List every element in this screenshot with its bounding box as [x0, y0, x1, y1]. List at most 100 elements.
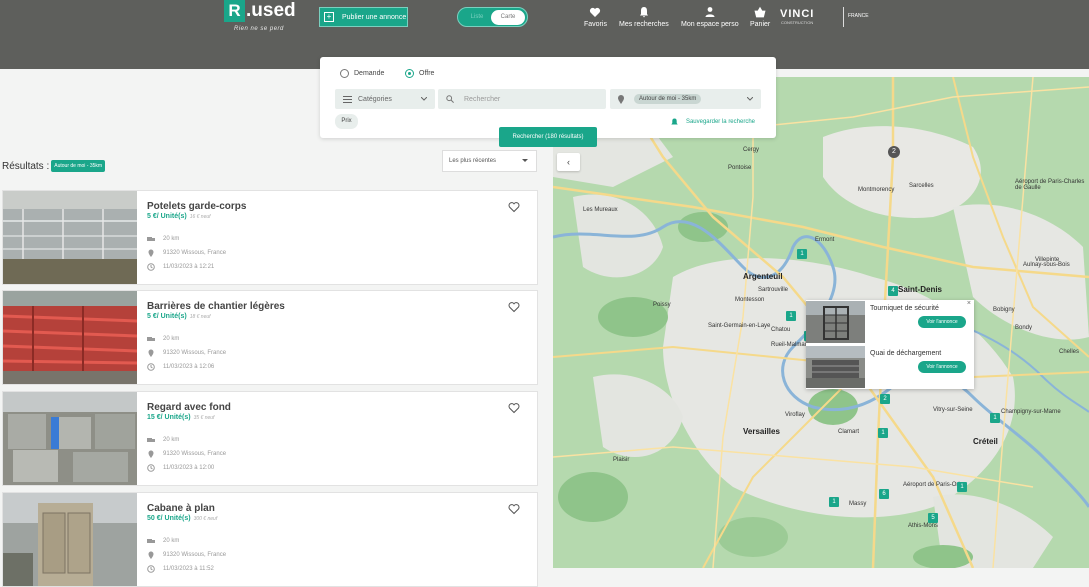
truck-icon	[147, 237, 155, 241]
clock-icon	[147, 263, 155, 271]
radio-demande[interactable]: Demande	[340, 69, 384, 78]
nav-mon-espace-label: Mon espace perso	[681, 21, 739, 28]
save-search-label: Sauvegarder la recherche	[685, 119, 755, 125]
result-card-new-price: 35 € neuf	[193, 415, 215, 421]
view-toggle-map[interactable]: Carte	[491, 10, 525, 25]
clock-icon	[147, 363, 155, 371]
map-label-chelles: Chelles	[1059, 349, 1080, 355]
radio-offre-circle[interactable]	[405, 69, 414, 78]
popup-view-ad-button[interactable]: Voir l'annonce	[918, 361, 966, 373]
map-label-villepinte: Villepinte	[1035, 257, 1060, 263]
result-card-date: 11/03/2023 à 12:06	[147, 363, 214, 371]
bell-icon	[671, 118, 678, 125]
favorite-heart-icon[interactable]	[508, 201, 520, 213]
result-card-location-value: 91320 Wissous, France	[163, 552, 227, 558]
favorite-heart-icon[interactable]	[508, 301, 520, 313]
result-card-distance-value: 20 km	[163, 336, 180, 342]
result-card-title[interactable]: Potelets garde-corps	[147, 201, 246, 212]
result-card-title[interactable]: Regard avec fond	[147, 402, 231, 413]
nav-panier[interactable]: Panier	[750, 6, 770, 28]
location-select[interactable]: Autour de moi - 35km	[610, 89, 761, 109]
popup-item-photo	[806, 346, 865, 388]
map-marker[interactable]: 6	[879, 489, 889, 499]
map-marker[interactable]: 1	[829, 497, 839, 507]
favorite-heart-icon[interactable]	[508, 503, 520, 515]
sort-select[interactable]: Les plus récentes	[442, 150, 537, 172]
map-label-athis-mons: Athis-Mons	[908, 523, 939, 529]
search-submit-button[interactable]: Rechercher (180 résultats)	[499, 127, 597, 147]
result-card-new-price: 300 € neuf	[193, 516, 218, 522]
map-marker[interactable]: 1	[957, 482, 967, 492]
radio-demande-circle[interactable]	[340, 69, 349, 78]
map-label-sarcelles: Sarcelles	[909, 183, 934, 189]
map-label-cdg: Aéroport de Paris-Charles de Gaulle	[1015, 179, 1085, 191]
save-search-link[interactable]: Sauvegarder la recherche	[671, 118, 755, 126]
publish-ad-label: Publier une annonce	[342, 13, 407, 21]
results-filter-chip[interactable]: Autour de moi - 35km	[51, 160, 106, 172]
nav-favoris-label: Favoris	[584, 21, 607, 28]
location-pin-icon	[148, 450, 154, 458]
search-input[interactable]: Rechercher	[438, 89, 606, 109]
result-card-title[interactable]: Cabane à plan	[147, 503, 215, 514]
nav-favoris[interactable]: Favoris	[584, 6, 607, 28]
map-label-pontoise: Pontoise	[728, 165, 752, 171]
map-marker[interactable]: 4	[888, 286, 898, 296]
result-card-price-value: 5 €/ Unité(s)	[147, 313, 187, 320]
nav-mes-recherches[interactable]: Mes recherches	[619, 6, 669, 28]
result-card-distance: 20 km	[147, 436, 179, 444]
result-card-photo	[3, 392, 137, 485]
popup-view-ad-button[interactable]: Voir l'annonce	[918, 316, 966, 328]
location-pin-icon	[148, 349, 154, 357]
map-marker[interactable]: 5	[928, 513, 938, 523]
map-label-creteil: Créteil	[973, 437, 998, 446]
search-icon	[446, 95, 454, 103]
map-popup: Tourniquet de sécurité Voir l'annonce × …	[806, 300, 974, 389]
popup-item[interactable]: Tourniquet de sécurité Voir l'annonce ×	[806, 300, 974, 344]
map-marker[interactable]: 1	[990, 413, 1000, 423]
favorite-heart-icon[interactable]	[508, 402, 520, 414]
user-icon	[705, 7, 715, 17]
view-toggle[interactable]: Liste Carte	[457, 7, 528, 27]
result-card-price-value: 15 €/ Unité(s)	[147, 414, 191, 421]
close-icon[interactable]: ×	[967, 300, 971, 307]
map-marker[interactable]: 1	[797, 249, 807, 259]
radio-offre[interactable]: Offre	[405, 69, 434, 78]
result-card-photo	[3, 493, 137, 586]
map-cluster[interactable]: 2	[888, 146, 900, 158]
result-card[interactable]: Barrières de chantier légères 5 €/ Unité…	[2, 290, 538, 385]
map-label-plaisir: Plaisir	[613, 457, 630, 463]
basket-icon	[754, 6, 766, 18]
popup-item[interactable]: Quai de déchargement Voir l'annonce	[806, 345, 974, 389]
result-card-price-value: 5 €/ Unité(s)	[147, 213, 187, 220]
result-card-date: 11/03/2023 à 12:21	[147, 263, 214, 271]
vinci-logo-sub: CONSTRUCTION	[781, 20, 814, 25]
category-select[interactable]: Catégories	[335, 89, 435, 109]
truck-icon	[147, 539, 155, 543]
logo-text: .used	[246, 0, 296, 21]
result-card-date: 11/03/2023 à 11:52	[147, 565, 214, 573]
result-card-price: 5 €/ Unité(s) 16 € neuf	[147, 213, 211, 220]
map-marker[interactable]: 1	[786, 311, 796, 321]
result-card-location: 91320 Wissous, France	[147, 551, 226, 559]
result-card-title[interactable]: Barrières de chantier légères	[147, 301, 285, 312]
map-marker[interactable]: 2	[880, 394, 890, 404]
popup-item-title: Tourniquet de sécurité	[870, 305, 939, 312]
result-card[interactable]: Regard avec fond 15 €/ Unité(s) 35 € neuf…	[2, 391, 538, 486]
map-marker[interactable]: 1	[878, 428, 888, 438]
country-label: FRANCE	[848, 13, 869, 19]
location-chip[interactable]: Autour de moi - 35km	[634, 94, 702, 104]
nav-mon-espace[interactable]: Mon espace perso	[681, 6, 739, 28]
price-filter-button[interactable]: Prix	[335, 114, 358, 129]
popup-item-photo	[806, 301, 865, 343]
result-card-location: 91320 Wissous, France	[147, 450, 226, 458]
result-card[interactable]: Cabane à plan 50 €/ Unité(s) 300 € neuf 2…	[2, 492, 538, 587]
plus-icon: +	[324, 12, 334, 22]
map-label-saint-germain: Saint-Germain-en-Laye	[708, 323, 771, 329]
publish-ad-button[interactable]: + Publier une annonce	[319, 7, 408, 27]
view-toggle-list[interactable]: Liste	[462, 12, 492, 23]
collapse-map-button[interactable]: ‹	[557, 153, 580, 171]
result-card[interactable]: Potelets garde-corps 5 €/ Unité(s) 16 € n…	[2, 190, 538, 285]
logo-mark: R	[224, 0, 245, 22]
rused-logo[interactable]: R .used	[224, 0, 296, 38]
search-input-placeholder: Rechercher	[464, 95, 501, 103]
